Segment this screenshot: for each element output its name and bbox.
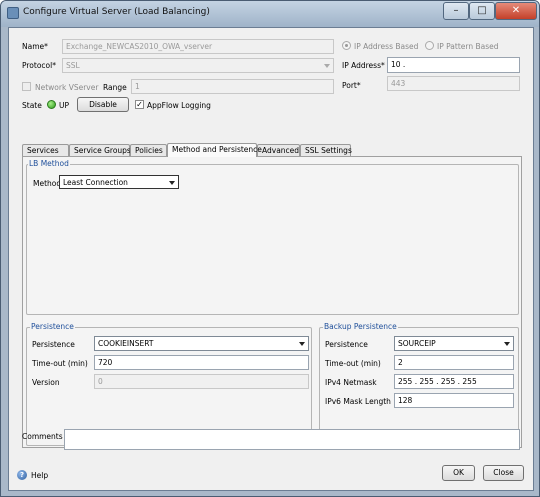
ipv4-netmask-label: IPv4 Netmask: [325, 378, 377, 387]
appflow-logging-label: AppFlow Logging: [147, 101, 211, 110]
lb-method-group-label: LB Method: [28, 159, 70, 168]
ip-address-based-label: IP Address Based: [354, 42, 419, 51]
state-label: State: [22, 101, 42, 110]
window-title: Configure Virtual Server (Load Balancing…: [23, 7, 210, 17]
protocol-select[interactable]: SSL: [62, 58, 334, 73]
protocol-label: Protocol*: [22, 61, 56, 70]
chevron-down-icon: [504, 342, 510, 346]
ok-button[interactable]: OK: [442, 465, 475, 481]
persistence-group-label: Persistence: [30, 322, 75, 331]
ip-pattern-based-radio[interactable]: [425, 41, 434, 50]
range-field[interactable]: 1: [131, 79, 334, 94]
backup-persistence-value: SOURCEIP: [398, 339, 436, 348]
appflow-logging-checkbox[interactable]: ✓: [135, 100, 144, 109]
minimize-button[interactable]: –: [443, 2, 469, 20]
status-up-icon: [47, 100, 56, 109]
persistence-label: Persistence: [32, 340, 75, 349]
help-link[interactable]: Help: [31, 471, 48, 480]
comments-label: Comments: [22, 432, 63, 441]
tab-method-and-persistence[interactable]: Method and Persistence: [167, 143, 262, 157]
backup-timeout-field[interactable]: 2: [394, 355, 514, 370]
network-vserver-checkbox[interactable]: [22, 82, 31, 91]
timeout-field[interactable]: 720: [94, 355, 309, 370]
disable-button[interactable]: Disable: [77, 97, 129, 112]
comments-field[interactable]: [64, 429, 520, 450]
lb-method-group: LB Method Method Least Connection: [26, 159, 519, 315]
backup-timeout-label: Time-out (min): [325, 359, 381, 368]
backup-persistence-label: Persistence: [325, 340, 368, 349]
ip-address-field[interactable]: 10 .: [387, 57, 520, 73]
help-icon[interactable]: ?: [17, 470, 27, 480]
maximize-button[interactable]: □: [469, 2, 495, 20]
state-value: UP: [59, 101, 70, 110]
protocol-value: SSL: [66, 61, 80, 70]
close-window-button[interactable]: ✕: [495, 2, 537, 20]
app-icon: [7, 7, 19, 19]
ipv4-netmask-field[interactable]: 255 . 255 . 255 . 255: [394, 374, 514, 389]
chevron-down-icon: [169, 181, 175, 185]
range-label: Range: [103, 83, 127, 92]
port-field[interactable]: 443: [387, 76, 520, 91]
ip-address-based-radio[interactable]: [342, 41, 351, 50]
ip-pattern-based-label: IP Pattern Based: [437, 42, 499, 51]
backup-persistence-group-label: Backup Persistence: [323, 322, 398, 331]
ip-address-label: IP Address*: [342, 61, 385, 70]
chevron-down-icon: [324, 64, 330, 68]
chevron-down-icon: [299, 342, 305, 346]
ipv6-mask-length-field[interactable]: 128: [394, 393, 514, 408]
version-label: Version: [32, 378, 60, 387]
name-label: Name*: [22, 42, 48, 51]
network-vserver-label: Network VServer: [35, 83, 99, 92]
name-field[interactable]: Exchange_NEWCAS2010_OWA_vserver: [62, 39, 334, 54]
configure-vserver-window: Configure Virtual Server (Load Balancing…: [0, 0, 540, 497]
dialog-body: Name* Exchange_NEWCAS2010_OWA_vserver IP…: [8, 27, 534, 491]
persistence-value: COOKIEINSERT: [98, 339, 154, 348]
ipv6-mask-length-label: IPv6 Mask Length: [325, 397, 391, 406]
method-value: Least Connection: [63, 178, 128, 187]
persistence-select[interactable]: COOKIEINSERT: [94, 336, 309, 351]
port-label: Port*: [342, 81, 361, 90]
title-bar[interactable]: Configure Virtual Server (Load Balancing…: [1, 1, 539, 27]
method-label: Method: [33, 179, 62, 188]
close-button[interactable]: Close: [483, 465, 524, 481]
version-field[interactable]: 0: [94, 374, 309, 389]
backup-persistence-select[interactable]: SOURCEIP: [394, 336, 514, 351]
method-persistence-panel: LB Method Method Least Connection Persis…: [22, 156, 522, 448]
timeout-label: Time-out (min): [32, 359, 88, 368]
method-select[interactable]: Least Connection: [59, 175, 179, 189]
